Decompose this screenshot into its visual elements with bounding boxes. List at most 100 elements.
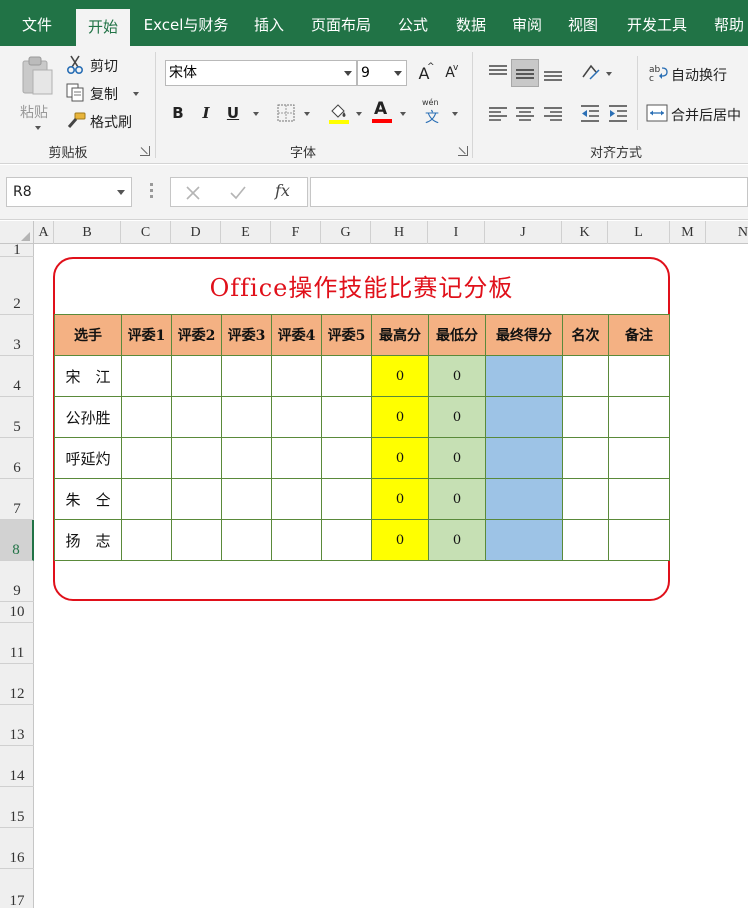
rank-cell[interactable] bbox=[562, 519, 609, 561]
header-final-score[interactable]: 最终得分 bbox=[485, 314, 563, 356]
header-player[interactable]: 选手 bbox=[54, 314, 122, 356]
judge-score-cell[interactable] bbox=[221, 478, 272, 520]
row-header[interactable]: 7 bbox=[0, 479, 34, 520]
row-header[interactable]: 3 bbox=[0, 315, 34, 356]
rank-cell[interactable] bbox=[562, 478, 609, 520]
column-header[interactable]: D bbox=[171, 221, 221, 244]
judge-score-cell[interactable] bbox=[221, 437, 272, 479]
max-score-cell[interactable]: 0 bbox=[371, 519, 429, 561]
align-top-icon[interactable] bbox=[488, 64, 508, 80]
judge-score-cell[interactable] bbox=[171, 396, 222, 438]
row-header[interactable]: 9 bbox=[0, 561, 34, 602]
tab-help[interactable]: 帮助 bbox=[704, 0, 748, 46]
row-header[interactable]: 16 bbox=[0, 828, 34, 869]
judge-score-cell[interactable] bbox=[221, 519, 272, 561]
column-header[interactable]: E bbox=[221, 221, 271, 244]
judge-score-cell[interactable] bbox=[271, 519, 322, 561]
name-box[interactable]: R8 bbox=[6, 177, 132, 207]
column-header[interactable]: H bbox=[371, 221, 428, 244]
judge-score-cell[interactable] bbox=[321, 519, 372, 561]
final-score-cell[interactable] bbox=[485, 478, 563, 520]
notes-cell[interactable] bbox=[608, 396, 670, 438]
judge-score-cell[interactable] bbox=[321, 396, 372, 438]
min-score-cell[interactable]: 0 bbox=[428, 396, 486, 438]
judge-score-cell[interactable] bbox=[171, 437, 222, 479]
notes-cell[interactable] bbox=[608, 437, 670, 479]
notes-cell[interactable] bbox=[608, 355, 670, 397]
notes-cell[interactable] bbox=[608, 519, 670, 561]
row-header[interactable]: 11 bbox=[0, 623, 34, 664]
header-judge-5[interactable]: 评委5 bbox=[321, 314, 372, 356]
final-score-cell[interactable] bbox=[485, 437, 563, 479]
column-header[interactable]: A bbox=[34, 221, 54, 244]
player-name-cell[interactable]: 公孙胜 bbox=[54, 396, 122, 438]
decrease-indent-icon[interactable] bbox=[580, 104, 600, 124]
cancel-icon[interactable] bbox=[185, 185, 201, 201]
column-header[interactable]: B bbox=[54, 221, 121, 244]
insert-function-button[interactable]: fx bbox=[275, 181, 290, 200]
format-painter-button[interactable]: 格式刷 bbox=[66, 110, 142, 134]
column-header[interactable]: L bbox=[608, 221, 670, 244]
wrap-text-button[interactable]: ab c 自动换行 bbox=[646, 62, 748, 86]
player-name-cell[interactable]: 扬 志 bbox=[54, 519, 122, 561]
min-score-cell[interactable]: 0 bbox=[428, 437, 486, 479]
row-header[interactable]: 2 bbox=[0, 257, 34, 315]
row-header[interactable]: 6 bbox=[0, 438, 34, 479]
final-score-cell[interactable] bbox=[485, 355, 563, 397]
column-header[interactable]: C bbox=[121, 221, 171, 244]
row-header[interactable]: 13 bbox=[0, 705, 34, 746]
copy-button[interactable]: 复制 bbox=[66, 82, 144, 106]
row-header[interactable]: 4 bbox=[0, 356, 34, 397]
header-judge-2[interactable]: 评委2 bbox=[171, 314, 222, 356]
min-score-cell[interactable]: 0 bbox=[428, 355, 486, 397]
paste-button[interactable]: 粘贴 bbox=[14, 54, 58, 130]
notes-cell[interactable] bbox=[608, 478, 670, 520]
phonetic-button[interactable]: wén 文 bbox=[422, 98, 448, 126]
row-header[interactable]: 12 bbox=[0, 664, 34, 705]
row-header[interactable]: 10 bbox=[0, 602, 34, 623]
judge-score-cell[interactable] bbox=[221, 396, 272, 438]
judge-score-cell[interactable] bbox=[321, 437, 372, 479]
header-max-score[interactable]: 最高分 bbox=[371, 314, 429, 356]
max-score-cell[interactable]: 0 bbox=[371, 355, 429, 397]
final-score-cell[interactable] bbox=[485, 396, 563, 438]
header-rank[interactable]: 名次 bbox=[562, 314, 609, 356]
align-center-icon[interactable] bbox=[515, 106, 535, 122]
max-score-cell[interactable]: 0 bbox=[371, 437, 429, 479]
phonetic-dropdown-icon[interactable] bbox=[452, 112, 458, 116]
tab-insert[interactable]: 插入 bbox=[244, 0, 294, 46]
column-header[interactable]: F bbox=[271, 221, 321, 244]
tab-data[interactable]: 数据 bbox=[446, 0, 496, 46]
row-header[interactable]: 17 bbox=[0, 869, 34, 908]
row-header[interactable]: 14 bbox=[0, 746, 34, 787]
underline-dropdown-icon[interactable] bbox=[253, 112, 259, 116]
judge-score-cell[interactable] bbox=[121, 396, 172, 438]
header-min-score[interactable]: 最低分 bbox=[428, 314, 486, 356]
font-size-select[interactable]: 9 bbox=[357, 60, 407, 86]
formula-input[interactable] bbox=[310, 177, 748, 207]
row-header[interactable]: 15 bbox=[0, 787, 34, 828]
tab-developer[interactable]: 开发工具 bbox=[618, 0, 696, 46]
column-header[interactable]: I bbox=[428, 221, 485, 244]
fill-color-icon[interactable] bbox=[328, 102, 350, 124]
align-left-icon[interactable] bbox=[488, 106, 508, 122]
decrease-font-size-button[interactable]: A v bbox=[440, 62, 460, 84]
judge-score-cell[interactable] bbox=[121, 355, 172, 397]
border-icon[interactable] bbox=[277, 104, 295, 122]
rank-cell[interactable] bbox=[562, 437, 609, 479]
italic-button[interactable]: I bbox=[196, 104, 216, 122]
column-header[interactable]: K bbox=[562, 221, 608, 244]
align-middle-button[interactable] bbox=[511, 59, 539, 87]
font-launcher-icon[interactable] bbox=[458, 146, 468, 156]
cut-button[interactable]: 剪切 bbox=[66, 54, 132, 78]
judge-score-cell[interactable] bbox=[221, 355, 272, 397]
row-header[interactable]: 1 bbox=[0, 242, 34, 258]
player-name-cell[interactable]: 宋 江 bbox=[54, 355, 122, 397]
rank-cell[interactable] bbox=[562, 396, 609, 438]
judge-score-cell[interactable] bbox=[171, 478, 222, 520]
align-right-icon[interactable] bbox=[543, 106, 563, 122]
tab-review[interactable]: 审阅 bbox=[504, 0, 550, 46]
border-dropdown-icon[interactable] bbox=[304, 112, 310, 116]
column-header[interactable]: N bbox=[706, 221, 748, 244]
judge-score-cell[interactable] bbox=[321, 478, 372, 520]
